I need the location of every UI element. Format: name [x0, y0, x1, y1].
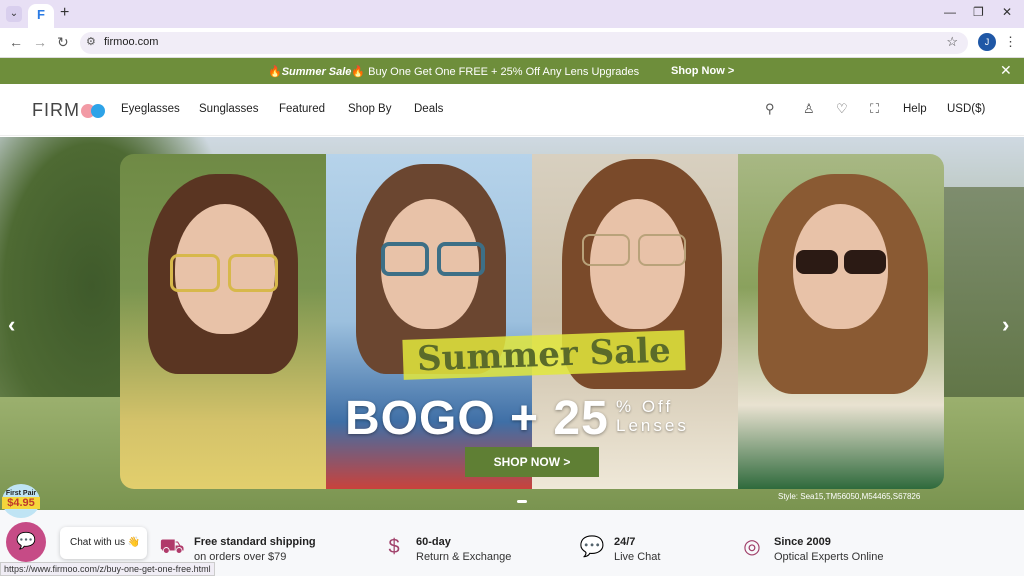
model-photo-4 [738, 154, 944, 489]
close-window-icon[interactable]: ✕ [1002, 5, 1012, 19]
wishlist-heart-icon[interactable]: ♡ [836, 101, 848, 117]
carousel-prev-icon[interactable]: ‹ [8, 312, 15, 338]
search-icon[interactable]: ⚲ [765, 101, 775, 117]
fire-icon: 🔥 [268, 66, 282, 78]
first-pair-badge[interactable]: First Pair $4.95 [2, 484, 40, 518]
menu-sunglasses[interactable]: Sunglasses [199, 103, 258, 115]
hero-off-text: % Off Lenses [616, 397, 689, 435]
browser-tab-bar: ⌄ F + — ❐ ✕ [0, 0, 1024, 28]
promo-message: 🔥Summer Sale🔥 Buy One Get One FREE + 25%… [268, 65, 639, 78]
dollar-icon: $ [388, 536, 400, 558]
background-hill [934, 187, 1024, 417]
promo-shop-now-link[interactable]: Shop Now > [671, 65, 734, 77]
cart-bag-icon[interactable]: ⛶ [870, 101, 879, 117]
feature-title: Free standard shipping [194, 536, 316, 548]
account-icon[interactable]: ♙ [803, 101, 815, 117]
lens-right [844, 250, 886, 274]
chat-bubble-icon[interactable]: 💬 [6, 522, 46, 562]
sunglasses-frame [796, 250, 891, 276]
promo-close-icon[interactable]: ✕ [1000, 62, 1012, 79]
logo-text: FIRM [32, 100, 80, 120]
browser-menu-icon[interactable]: ⋮ [1004, 34, 1017, 50]
eyeglasses-frame [381, 242, 491, 276]
tab-favicon: F [37, 7, 45, 22]
browser-toolbar: ← → ↻ ⚙ firmoo.com ☆ J ⋮ [0, 28, 1024, 58]
back-icon[interactable]: ← [9, 34, 23, 50]
carousel-indicator[interactable] [517, 500, 527, 503]
promo-banner: 🔥Summer Sale🔥 Buy One Get One FREE + 25%… [0, 58, 1024, 84]
lens-left [582, 234, 630, 266]
feature-title: 60-day [416, 536, 451, 548]
menu-shop-by[interactable]: Shop By [348, 103, 391, 115]
carousel-next-icon[interactable]: › [1002, 312, 1009, 338]
hero-shop-now-button[interactable]: SHOP NOW > [465, 447, 599, 477]
eyeglasses-frame [582, 234, 692, 266]
lens-right [437, 242, 485, 276]
badge-line1: First Pair [5, 490, 37, 497]
forward-icon[interactable]: → [33, 34, 47, 50]
firmoo-logo[interactable]: FIRM [32, 100, 105, 121]
menu-deals[interactable]: Deals [414, 103, 443, 115]
badge-price: $4.95 [2, 497, 40, 509]
address-bar[interactable]: ⚙ firmoo.com ☆ [80, 32, 968, 54]
hero-carousel[interactable]: Summer Sale BOGO + 25 % Off Lenses SHOP N… [0, 137, 1024, 510]
site-header: FIRM Eyeglasses Sunglasses Featured Shop… [0, 84, 1024, 136]
menu-featured[interactable]: Featured [279, 103, 325, 115]
new-tab-button[interactable]: + [60, 4, 69, 22]
model-photo-1 [120, 154, 326, 489]
maximize-icon[interactable]: ❐ [973, 5, 984, 19]
feature-title: 24/7 [614, 536, 636, 548]
help-link[interactable]: Help [903, 103, 927, 115]
bookmark-star-icon[interactable]: ☆ [946, 34, 958, 50]
lens-left [170, 254, 220, 292]
feature-title: Since 2009 [774, 536, 831, 548]
logo-dot-blue [91, 104, 105, 118]
eyeglasses-frame [170, 254, 285, 292]
chat-with-us-button[interactable]: Chat with us 👋 [60, 527, 147, 559]
hero-bogo-text: BOGO + 25 [345, 392, 609, 445]
fire-icon: 🔥 [351, 66, 366, 78]
promo-sale-label: Summer Sale [281, 66, 352, 78]
lens-left [796, 250, 838, 274]
feature-subtitle: Live Chat [614, 551, 661, 563]
minimize-icon[interactable]: — [944, 5, 956, 19]
reload-icon[interactable]: ↻ [57, 34, 69, 51]
hero-off-line1: % Off [616, 397, 674, 416]
chat-icon: 💬 [579, 536, 605, 558]
menu-eyeglasses[interactable]: Eyeglasses [121, 103, 180, 115]
status-bar-url: https://www.firmoo.com/z/buy-one-get-one… [0, 562, 215, 576]
feature-subtitle: Optical Experts Online [774, 551, 884, 563]
glasses-icon: ◎ [743, 536, 761, 558]
truck-icon: ⛟ [159, 536, 185, 558]
browser-tab[interactable]: F [28, 4, 54, 28]
tab-search-dropdown[interactable]: ⌄ [6, 6, 22, 22]
site-info-icon[interactable]: ⚙ [86, 35, 96, 48]
lens-left [381, 242, 429, 276]
url-text[interactable]: firmoo.com [104, 36, 158, 48]
hero-off-line2: Lenses [616, 416, 689, 435]
profile-avatar[interactable]: J [978, 33, 996, 51]
hero-style-caption: Style: Sea15,TM56050,M54465,S67826 [778, 492, 921, 501]
promo-text: Buy One Get One FREE + 25% Off Any Lens … [368, 66, 640, 78]
lens-right [638, 234, 686, 266]
lens-right [228, 254, 278, 292]
feature-subtitle: Return & Exchange [416, 551, 512, 563]
currency-selector[interactable]: USD($) [947, 103, 985, 115]
